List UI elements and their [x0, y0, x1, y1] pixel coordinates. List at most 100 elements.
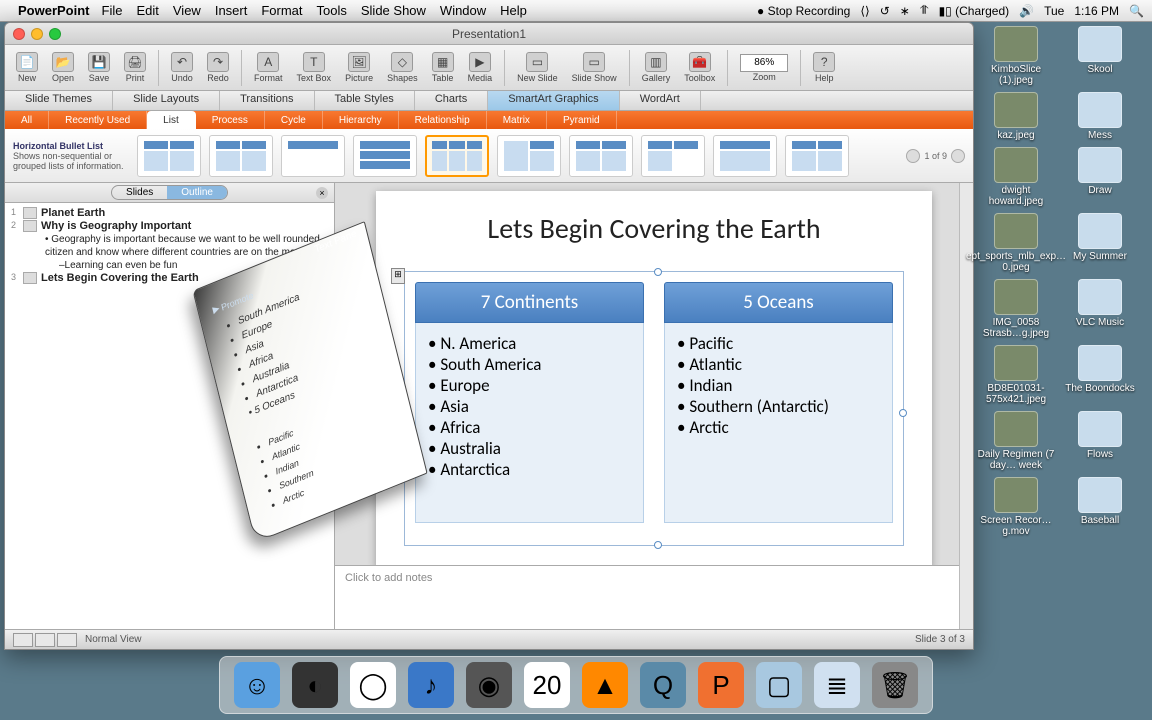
desktop-item[interactable]: Daily Regimen (7 day… week [976, 411, 1056, 471]
undo-button[interactable]: ↶Undo [166, 50, 198, 85]
desktop-item[interactable]: My Summer [1060, 213, 1140, 273]
bluetooth-icon[interactable]: ∗ [900, 4, 910, 18]
dock-activity[interactable]: ≣ [814, 662, 860, 708]
open-button[interactable]: 📂Open [47, 50, 79, 85]
dock-finder[interactable]: ☺ [234, 662, 280, 708]
picture-button[interactable]: 🖼Picture [340, 50, 378, 85]
desktop-item[interactable]: Skool [1060, 26, 1140, 86]
textbox-button[interactable]: TText Box [292, 50, 337, 85]
gallery-next[interactable] [951, 149, 965, 163]
volume-icon[interactable]: 🔊 [1019, 4, 1034, 18]
smartart-graphic[interactable]: ⊞ 7 Continents N. America South America … [404, 271, 904, 546]
dock-steam[interactable]: ◉ [466, 662, 512, 708]
clock-day[interactable]: Tue [1044, 4, 1064, 18]
desktop-item[interactable]: kaz.jpeg [976, 92, 1056, 141]
new-button[interactable]: 📄New [11, 50, 43, 85]
tab-slide-layouts[interactable]: Slide Layouts [113, 91, 220, 110]
layout-thumb-6[interactable] [497, 135, 561, 177]
dock-dashboard[interactable]: ◐ [292, 662, 338, 708]
desktop-item[interactable]: BD8E01031-575x421.jpeg [976, 345, 1056, 405]
toolbox-button[interactable]: 🧰Toolbox [679, 50, 720, 85]
desktop-item[interactable]: Draw [1060, 147, 1140, 207]
newslide-button[interactable]: ▭New Slide [512, 50, 563, 85]
zoom-field[interactable] [740, 54, 788, 72]
app-name[interactable]: PowerPoint [18, 3, 90, 18]
menu-slideshow[interactable]: Slide Show [361, 3, 426, 18]
stop-recording[interactable]: ● Stop Recording [757, 4, 850, 18]
format-button[interactable]: AFormat [249, 50, 288, 85]
slideshow-button[interactable]: ▭Slide Show [567, 50, 622, 85]
cat-cycle[interactable]: Cycle [265, 111, 323, 129]
desktop-item[interactable]: ept_sports_mlb_exp…0.jpeg [976, 213, 1056, 273]
dock-chrome[interactable]: ◯ [350, 662, 396, 708]
desktop-item[interactable]: Mess [1060, 92, 1140, 141]
redo-button[interactable]: ↷Redo [202, 50, 234, 85]
help-button[interactable]: ?Help [808, 50, 840, 85]
desktop-item[interactable]: dwight howard.jpeg [976, 147, 1056, 207]
sync-icon[interactable]: ↺ [880, 4, 890, 18]
desktop-item[interactable]: IMG_0058 Strasb…g.jpeg [976, 279, 1056, 339]
layout-thumb-1[interactable] [137, 135, 201, 177]
battery-status[interactable]: ▮▯ (Charged) [939, 4, 1010, 18]
tab-wordart[interactable]: WordArt [620, 91, 701, 110]
tab-smartart[interactable]: SmartArt Graphics [488, 91, 619, 110]
smartart-col-2[interactable]: 5 Oceans Pacific Atlantic Indian Souther… [664, 282, 893, 535]
layout-thumb-9[interactable] [713, 135, 777, 177]
sorter-view-button[interactable] [35, 633, 55, 647]
cat-list[interactable]: List [147, 111, 196, 129]
media-button[interactable]: ▶Media [463, 50, 498, 85]
dock-ical[interactable]: 20 [524, 662, 570, 708]
desktop-item[interactable]: The Boondocks [1060, 345, 1140, 405]
scripts-icon[interactable]: ⟨⟩ [860, 4, 869, 18]
cat-process[interactable]: Process [196, 111, 265, 129]
dock-preview[interactable]: ▢ [756, 662, 802, 708]
dock-quicktime[interactable]: Q [640, 662, 686, 708]
desktop-item[interactable]: Flows [1060, 411, 1140, 471]
desktop-item[interactable]: KimboSlice (1).jpeg [976, 26, 1056, 86]
menu-edit[interactable]: Edit [136, 3, 158, 18]
menu-help[interactable]: Help [500, 3, 527, 18]
desktop-item[interactable]: Baseball [1060, 477, 1140, 537]
dock-trash[interactable]: 🗑 [872, 662, 918, 708]
normal-view-button[interactable] [13, 633, 33, 647]
tab-slide-themes[interactable]: Slide Themes [5, 91, 113, 110]
smartart-col-1[interactable]: 7 Continents N. America South America Eu… [415, 282, 644, 535]
table-button[interactable]: ▦Table [427, 50, 459, 85]
slide[interactable]: Lets Begin Covering the Earth ⊞ 7 Contin… [376, 191, 932, 565]
tab-charts[interactable]: Charts [415, 91, 488, 110]
airport-icon[interactable]: ⥣ [920, 3, 929, 18]
cat-recent[interactable]: Recently Used [49, 111, 147, 129]
layout-thumb-10[interactable] [785, 135, 849, 177]
slide-title[interactable]: Lets Begin Covering the Earth [376, 211, 932, 246]
menu-window[interactable]: Window [440, 3, 486, 18]
dock-powerpoint[interactable]: P [698, 662, 744, 708]
cat-hierarchy[interactable]: Hierarchy [323, 111, 399, 129]
layout-thumb-4[interactable] [353, 135, 417, 177]
desktop-item[interactable]: Screen Recor…g.mov [976, 477, 1056, 537]
tab-slides[interactable]: Slides [112, 186, 167, 199]
close-sidebar[interactable]: × [316, 187, 328, 199]
print-button[interactable]: 🖨Print [119, 50, 151, 85]
layout-thumb-8[interactable] [641, 135, 705, 177]
cat-all[interactable]: All [5, 111, 49, 129]
menu-view[interactable]: View [173, 3, 201, 18]
menu-file[interactable]: File [102, 3, 123, 18]
clock-time[interactable]: 1:16 PM [1074, 4, 1119, 18]
notes-pane[interactable]: Click to add notes [335, 565, 973, 629]
cat-matrix[interactable]: Matrix [487, 111, 547, 129]
tab-table-styles[interactable]: Table Styles [315, 91, 415, 110]
cat-relationship[interactable]: Relationship [399, 111, 487, 129]
dock-vlc[interactable]: ▲ [582, 662, 628, 708]
layout-thumb-5-selected[interactable] [425, 135, 489, 177]
layout-thumb-2[interactable] [209, 135, 273, 177]
shapes-button[interactable]: ◇Shapes [382, 50, 423, 85]
gallery-prev[interactable] [906, 149, 920, 163]
tab-outline[interactable]: Outline [167, 186, 227, 199]
menu-tools[interactable]: Tools [317, 3, 347, 18]
textpane-toggle[interactable]: ⊞ [391, 268, 405, 284]
zoom-control[interactable]: Zoom [735, 52, 793, 84]
slideshow-view-button[interactable] [57, 633, 77, 647]
save-button[interactable]: 💾Save [83, 50, 115, 85]
layout-thumb-7[interactable] [569, 135, 633, 177]
spotlight-icon[interactable]: 🔍 [1129, 4, 1144, 18]
